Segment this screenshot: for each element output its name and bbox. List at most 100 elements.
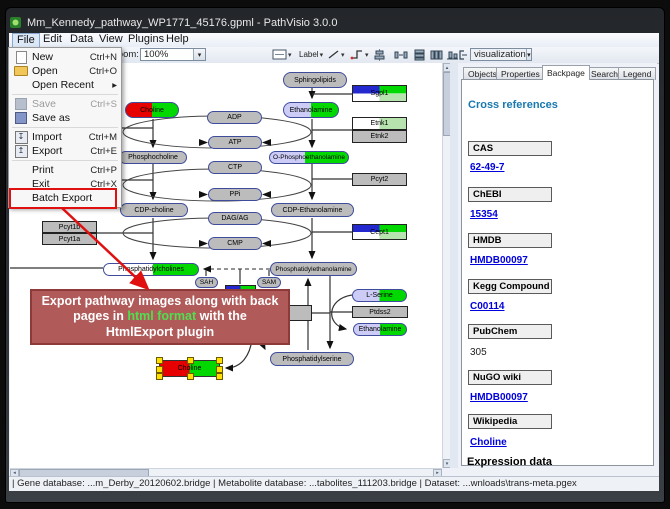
xref-link-hmdb[interactable]: HMDB00097 [470, 255, 528, 266]
xref-value-pubchem: 305 [470, 347, 487, 358]
node-sphingolipids[interactable]: Sphingolipids [283, 72, 347, 88]
draw-connector-button[interactable]: ▾ [350, 48, 369, 61]
file-menu-save[interactable]: SaveCtrl+S [9, 97, 121, 111]
tab-backpage[interactable]: Backpage [542, 65, 590, 80]
node-ethanolamine-top[interactable]: Ethanolamine [283, 102, 339, 118]
node-cmp[interactable]: CMP [208, 237, 262, 250]
file-menu-export[interactable]: ↥ExportCtrl+E [9, 144, 121, 158]
node-phosphocholine[interactable]: Phosphocholine [119, 151, 187, 164]
menu-data[interactable]: Data [66, 33, 97, 46]
node-l-serine[interactable]: L-Serine [352, 289, 407, 302]
chevron-down-icon: ▾ [320, 51, 324, 59]
selection-handle[interactable] [156, 357, 163, 364]
node-ppi[interactable]: PPi [208, 188, 262, 201]
sidebar: Objects Properties Backpage Search Legen… [458, 63, 657, 468]
node-adp[interactable]: ADP [207, 111, 262, 124]
zoom-combobox[interactable]: 100% ▾ [140, 48, 206, 61]
xref-header-chebi: ChEBI [468, 187, 552, 202]
node-sgpl1[interactable]: Sgpl1 [352, 85, 407, 102]
file-menu-new[interactable]: NewCtrl+N [9, 50, 121, 64]
distribute-horizontal-button[interactable] [394, 48, 408, 61]
xref-link-cas[interactable]: 62-49-7 [470, 162, 504, 173]
xref-header-pubchem: PubChem [468, 324, 552, 339]
node-pcyt2[interactable]: Pcyt2 [352, 173, 407, 186]
draw-line-button[interactable]: ▾ [327, 48, 345, 61]
save-as-disk-icon [13, 112, 29, 124]
node-choline-selected[interactable]: Choline [159, 360, 220, 377]
file-menu-print[interactable]: PrintCtrl+P [9, 163, 121, 177]
new-file-icon [13, 51, 29, 64]
node-ethanolamine-bottom[interactable]: Ethanolamine [353, 323, 407, 336]
menu-view[interactable]: View [95, 33, 127, 46]
selection-handle[interactable] [156, 373, 163, 380]
stack-horizontal-button[interactable] [413, 48, 426, 61]
xref-link-chebi[interactable]: 15354 [470, 209, 498, 220]
node-ptdss2[interactable]: Ptdss2 [352, 306, 408, 318]
node-etnk1[interactable]: Etnk1 [352, 117, 407, 130]
node-ctp[interactable]: CTP [208, 161, 262, 174]
screenshot: Mm_Kennedy_pathway_WP1771_45176.gpml - P… [0, 0, 670, 509]
label-datanode-button[interactable]: Label ▾ [299, 48, 323, 61]
file-menu-exit[interactable]: ExitCtrl+X [9, 177, 121, 191]
zoom-value: 100% [144, 49, 168, 60]
node-sah[interactable]: SAH [195, 277, 218, 288]
node-pcyt1b[interactable]: Pcyt1b [42, 221, 97, 233]
panel-splitter[interactable] [450, 63, 458, 468]
selection-handle[interactable] [156, 366, 163, 373]
stack-vertical-button[interactable] [430, 48, 443, 61]
export-icon: ↥ [13, 145, 29, 158]
callout-text: Export pathway images along with back pa… [32, 294, 288, 341]
xref-header-cas: CAS [468, 141, 552, 156]
node-choline-top[interactable]: Choline [125, 102, 179, 118]
xref-link-nugo[interactable]: HMDB00097 [470, 392, 528, 403]
selection-handle[interactable] [216, 357, 223, 364]
selection-handle[interactable] [187, 373, 194, 380]
node-cdp-ethanolamine[interactable]: CDP-Ethanolamine [271, 203, 354, 217]
visualization-combobox[interactable]: visualization ▾ [470, 48, 532, 61]
node-cept1[interactable]: Cept1 [352, 224, 407, 240]
file-menu-save-as[interactable]: Save as [9, 111, 121, 125]
selection-handle[interactable] [216, 373, 223, 380]
node-cdp-choline[interactable]: CDP-choline [120, 203, 188, 217]
status-text: | Gene database: ...m_Derby_20120602.bri… [12, 478, 577, 489]
chevron-down-icon[interactable]: ▾ [193, 49, 205, 60]
file-menu-open[interactable]: OpenCtrl+O [9, 64, 121, 78]
file-menu-import[interactable]: ↧ImportCtrl+M [9, 130, 121, 144]
gene-datanode-button[interactable]: ▾ [272, 48, 292, 61]
menu-edit[interactable]: Edit [39, 33, 66, 46]
node-phosphatidylethanolamine[interactable]: Phosphatidylethanolamine [270, 262, 357, 276]
selection-handle[interactable] [187, 357, 194, 364]
align-center-button[interactable] [373, 48, 386, 61]
node-etnk2[interactable]: Etnk2 [352, 130, 407, 143]
node-o-phosphoethanolamine[interactable]: O-Phosphoethanolamine [269, 151, 349, 164]
file-menu-batch-export[interactable]: Batch Export [9, 191, 121, 205]
canvas-vertical-scrollbar[interactable]: ▴ ▾ [442, 63, 450, 468]
expression-data-heading: Expression data [467, 456, 552, 468]
xref-header-nugo: NuGO wiki [468, 370, 552, 385]
stack-rows-icon [413, 49, 426, 61]
node-atp[interactable]: ATP [208, 136, 262, 149]
node-phosphatidylcholines[interactable]: Phosphatidylcholines [103, 263, 199, 276]
node-sam[interactable]: SAM [257, 277, 281, 288]
xref-link-wikipedia[interactable]: Choline [470, 437, 507, 448]
file-menu-open-recent[interactable]: Open Recent▸ [9, 78, 121, 92]
chevron-down-icon: ▾ [365, 51, 369, 59]
annotation-callout: Export pathway images along with back pa… [30, 289, 290, 345]
file-menu-dropdown: NewCtrl+N OpenCtrl+O Open Recent▸ SaveCt… [8, 47, 122, 208]
xref-link-kegg[interactable]: C00114 [470, 301, 504, 312]
node-phosphatidylserine[interactable]: Phosphatidylserine [270, 352, 354, 366]
title-bar: Mm_Kennedy_pathway_WP1771_45176.gpml - P… [9, 12, 659, 33]
chevron-down-icon[interactable]: ▾ [526, 49, 531, 60]
backpage-panel: Cross references CAS 62-49-7 ChEBI 15354… [461, 79, 654, 466]
to-front-button[interactable] [458, 48, 468, 61]
menu-help[interactable]: Help [162, 33, 193, 46]
menu-separator [12, 160, 118, 161]
open-folder-icon [13, 66, 29, 76]
node-dag-ag[interactable]: DAG/AG [208, 212, 262, 225]
app-icon [9, 16, 22, 29]
menu-file[interactable]: File [12, 33, 40, 48]
canvas-horizontal-scrollbar[interactable]: ◂ ▸ [10, 468, 442, 476]
node-pcyt1a[interactable]: Pcyt1a [42, 233, 97, 245]
selection-handle[interactable] [216, 366, 223, 373]
line-icon [327, 49, 340, 60]
